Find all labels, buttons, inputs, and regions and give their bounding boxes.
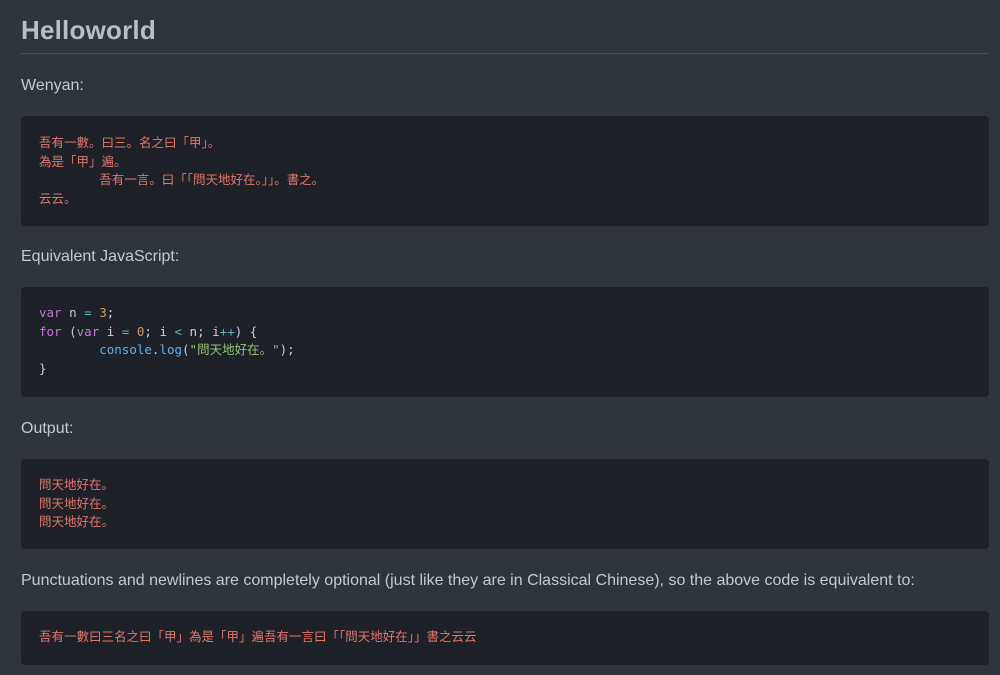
js-punct: ; (106, 305, 115, 320)
js-number: 3 (91, 305, 107, 320)
js-punct: ( (61, 323, 77, 339)
optional-punctuation-note: Punctuations and newlines are completely… (21, 572, 915, 589)
js-string: "問天地好在。" (189, 342, 280, 357)
js-identifier: ; i (144, 323, 175, 339)
js-identifier: i (99, 323, 122, 339)
js-punct: ( (182, 342, 190, 357)
output-line: 問天地好在。 (39, 477, 115, 492)
js-operator: < (174, 323, 183, 339)
js-function: log (159, 342, 183, 357)
output-line: 問天地好在。 (39, 514, 115, 529)
js-identifier: n (61, 305, 85, 320)
js-keyword: var (76, 323, 100, 339)
js-punct: ) { (234, 323, 258, 339)
js-label: Equivalent JavaScript: (21, 248, 180, 265)
output-line: 問天地好在。 (39, 495, 115, 511)
js-keyword: for (39, 323, 62, 339)
code-line: 吾有一數。曰三。名之曰「甲」。 (39, 135, 221, 150)
wenyan-label: Wenyan: (21, 77, 84, 94)
output-label: Output: (21, 420, 74, 437)
js-operator: ++ (219, 323, 235, 339)
js-indent (39, 342, 99, 357)
js-identifier: n; i (182, 323, 220, 339)
js-punct: ); (279, 342, 295, 357)
wenyan-code-block[interactable]: 吾有一數。曰三。名之曰「甲」。 為是「甲」遍。 吾有一言。曰「「問天地好在。」」… (21, 116, 989, 226)
code-line: 吾有一數曰三名之曰「甲」為是「甲」遍吾有一言曰「「問天地好在」」書之云云 (39, 629, 477, 644)
page-title: Helloworld (21, 15, 156, 45)
code-line: 云云。 (39, 190, 77, 206)
compact-code-block[interactable]: 吾有一數曰三名之曰「甲」為是「甲」遍吾有一言曰「「問天地好在」」書之云云 (21, 611, 989, 665)
code-line: 為是「甲」遍。 (39, 153, 127, 169)
js-operator: = (84, 305, 92, 320)
js-keyword: var (39, 305, 62, 320)
js-punct: } (39, 360, 47, 376)
js-object: console (99, 342, 152, 357)
output-code-block[interactable]: 問天地好在。 問天地好在。 問天地好在。 (21, 459, 989, 549)
js-number: 0 (129, 323, 145, 339)
js-code-block[interactable]: var n = 3; for (var i = 0; i < n; i++) {… (21, 287, 989, 397)
title-divider (21, 53, 989, 54)
code-line: 吾有一言。曰「「問天地好在。」」。書之。 (39, 172, 325, 187)
